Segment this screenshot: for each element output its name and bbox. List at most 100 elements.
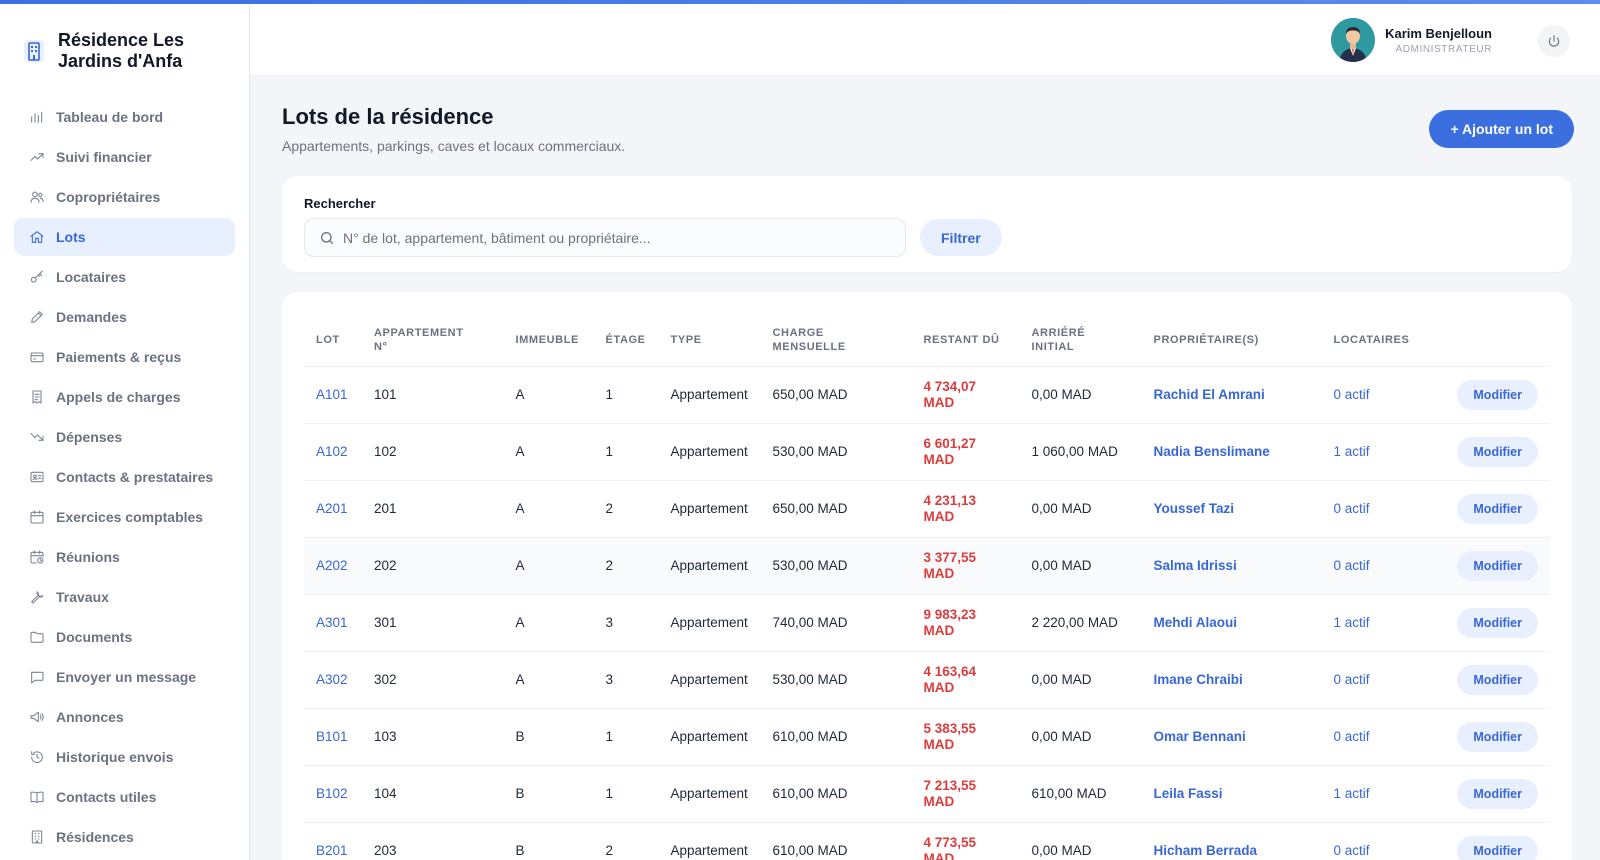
sidebar-item-exercices-comptables[interactable]: Exercices comptables [14,498,235,536]
edit-lot-button[interactable]: Modifier [1457,436,1538,467]
col-restant-du-header: RESTANT DÛ [911,314,1020,367]
sidebar-item-label: Suivi financier [56,149,152,165]
remaining-due: 4 773,55 MAD [923,834,977,860]
sidebar-nav: Tableau de bord Suivi financier Copropriét… [0,98,249,856]
monthly-charge: 610,00 MAD [760,765,912,823]
search-field[interactable] [304,218,906,257]
edit-lot-button[interactable]: Modifier [1457,721,1538,752]
sidebar-item-reunions[interactable]: Réunions [14,538,235,576]
sidebar-item-label: Exercices comptables [56,509,204,525]
table-header-row: LOT APPARTEMENT N° IMMEUBLE ÉTAGE TYPE CHARGE… [304,314,1550,367]
lot-link[interactable]: A201 [316,501,348,516]
history-icon [28,748,46,766]
sidebar-item-coproprietaires[interactable]: Copropriétaires [14,178,235,216]
logout-button[interactable] [1538,25,1570,57]
megaphone-icon [28,708,46,726]
sidebar-item-residences[interactable]: Résidences [14,818,235,856]
floor: 2 [593,480,659,538]
lot-link[interactable]: A301 [316,615,348,630]
sidebar-item-label: Contacts & prestataires [56,469,214,485]
tenants-link[interactable]: 0 actif [1334,501,1370,516]
add-lot-button[interactable]: + Ajouter un lot [1429,110,1574,148]
sidebar-item-lots[interactable]: Lots [14,218,235,256]
monthly-charge: 740,00 MAD [760,594,912,652]
tenants-link[interactable]: 1 actif [1334,786,1370,801]
sidebar-item-label: Dépenses [56,429,123,445]
apartment-number: 203 [362,822,504,860]
initial-arrears: 0,00 MAD [1019,480,1142,538]
building: B [503,822,594,860]
tenants-link[interactable]: 0 actif [1334,558,1370,573]
user-name: Karim Benjelloun [1385,25,1492,41]
edit-lot-button[interactable]: Modifier [1457,835,1538,860]
lot-link[interactable]: A202 [316,558,348,573]
sidebar-item-suivi-financier[interactable]: Suivi financier [14,138,235,176]
edit-lot-button[interactable]: Modifier [1457,550,1538,581]
owner-link[interactable]: Nadia Benslimane [1154,444,1270,459]
owner-link[interactable]: Rachid El Amrani [1154,387,1265,402]
sidebar-item-demandes[interactable]: Demandes [14,298,235,336]
table-row: A301 301 A 3 Appartement 740,00 MAD 9 983,23 M… [304,594,1550,652]
sidebar-item-travaux[interactable]: Travaux [14,578,235,616]
sidebar-item-envoyer-un-message[interactable]: Envoyer un message [14,658,235,696]
tenants-link[interactable]: 0 actif [1334,843,1370,858]
tenants-link[interactable]: 1 actif [1334,615,1370,630]
apartment-number: 202 [362,537,504,595]
edit-lot-button[interactable]: Modifier [1457,778,1538,809]
owner-link[interactable]: Salma Idrissi [1154,558,1237,573]
brand[interactable]: Résidence Les Jardins d'Anfa [0,4,249,74]
lot-link[interactable]: A101 [316,387,348,402]
user-menu[interactable]: Karim Benjelloun ADMINISTRATEUR [1331,18,1492,62]
trending-down-icon [28,428,46,446]
sidebar-item-contacts-prestataires[interactable]: Contacts & prestataires [14,458,235,496]
col-lot-header: LOT [304,314,362,367]
sidebar-item-label: Tableau de bord [56,109,164,125]
book-icon [28,788,46,806]
sidebar-item-label: Envoyer un message [56,669,197,685]
building: B [503,765,594,823]
filter-button[interactable]: Filtrer [920,219,1002,256]
tenants-link[interactable]: 1 actif [1334,444,1370,459]
owner-link[interactable]: Mehdi Alaoui [1154,615,1238,630]
lots-table-card: LOT APPARTEMENT N° IMMEUBLE ÉTAGE TYPE CHARGE… [282,292,1572,860]
lot-type: Appartement [658,537,761,595]
remaining-due: 3 377,55 MAD [923,549,977,581]
sidebar-item-annonces[interactable]: Annonces [14,698,235,736]
tenants-link[interactable]: 0 actif [1334,387,1370,402]
sidebar-item-documents[interactable]: Documents [14,618,235,656]
lot-link[interactable]: B101 [316,729,348,744]
credit-card-icon [28,348,46,366]
sidebar-item-label: Travaux [56,589,109,605]
floor: 1 [593,765,659,823]
edit-lot-button[interactable]: Modifier [1457,607,1538,638]
sidebar-item-appels-de-charges[interactable]: Appels de charges [14,378,235,416]
search-input[interactable] [343,229,883,246]
sidebar-item-tableau-de-bord[interactable]: Tableau de bord [14,98,235,136]
owner-link[interactable]: Leila Fassi [1154,786,1223,801]
table-row: A302 302 A 3 Appartement 530,00 MAD 4 163,64 M… [304,651,1550,709]
edit-lot-button[interactable]: Modifier [1457,379,1538,410]
edit-lot-button[interactable]: Modifier [1457,493,1538,524]
sidebar-item-label: Documents [56,629,133,645]
tenants-link[interactable]: 0 actif [1334,729,1370,744]
owner-link[interactable]: Imane Chraibi [1154,672,1243,687]
edit-lot-button[interactable]: Modifier [1457,664,1538,695]
lot-link[interactable]: B102 [316,786,348,801]
lot-link[interactable]: A302 [316,672,348,687]
floor: 1 [593,423,659,481]
apartment-number: 101 [362,366,504,424]
sidebar-item-contacts-utiles[interactable]: Contacts utiles [14,778,235,816]
sidebar-item-locataires[interactable]: Locataires [14,258,235,296]
owner-link[interactable]: Youssef Tazi [1154,501,1235,516]
lot-type: Appartement [658,480,761,538]
sidebar-item-paiements-recus[interactable]: Paiements & reçus [14,338,235,376]
lot-link[interactable]: B201 [316,843,348,858]
lot-link[interactable]: A102 [316,444,348,459]
sidebar-item-historique-envois[interactable]: Historique envois [14,738,235,776]
col-immeuble-header: IMMEUBLE [503,314,594,367]
owner-link[interactable]: Omar Bennani [1154,729,1246,744]
sidebar-item-depenses[interactable]: Dépenses [14,418,235,456]
tenants-link[interactable]: 0 actif [1334,672,1370,687]
floor: 3 [593,594,659,652]
owner-link[interactable]: Hicham Berrada [1154,843,1258,858]
